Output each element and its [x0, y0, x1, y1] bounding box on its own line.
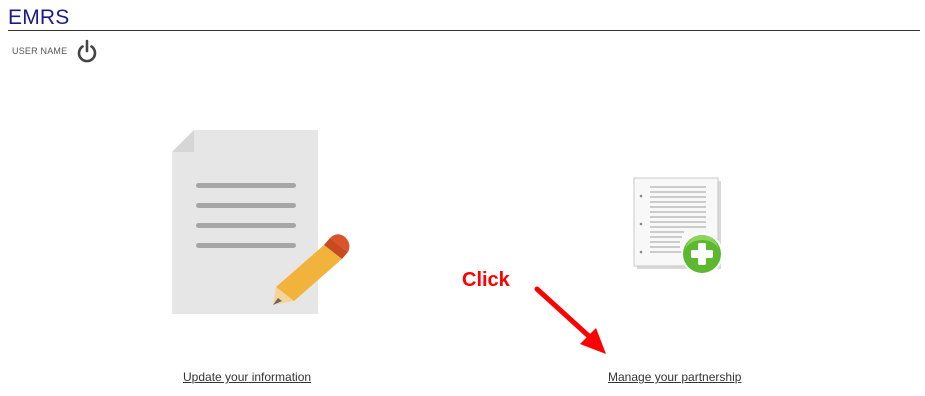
document-pencil-icon[interactable] — [168, 128, 358, 318]
update-information-link[interactable]: Update your information — [183, 370, 311, 384]
document-add-icon[interactable] — [632, 176, 732, 278]
power-icon[interactable] — [75, 38, 99, 64]
user-name: USER NAME — [12, 46, 68, 56]
click-annotation: Click — [462, 269, 510, 291]
red-arrow-icon — [534, 286, 606, 354]
app-title: EMRS — [8, 6, 70, 29]
header-divider — [8, 30, 920, 31]
user-bar: USER NAME — [12, 38, 99, 64]
manage-partnership-link[interactable]: Manage your partnership — [608, 370, 741, 384]
